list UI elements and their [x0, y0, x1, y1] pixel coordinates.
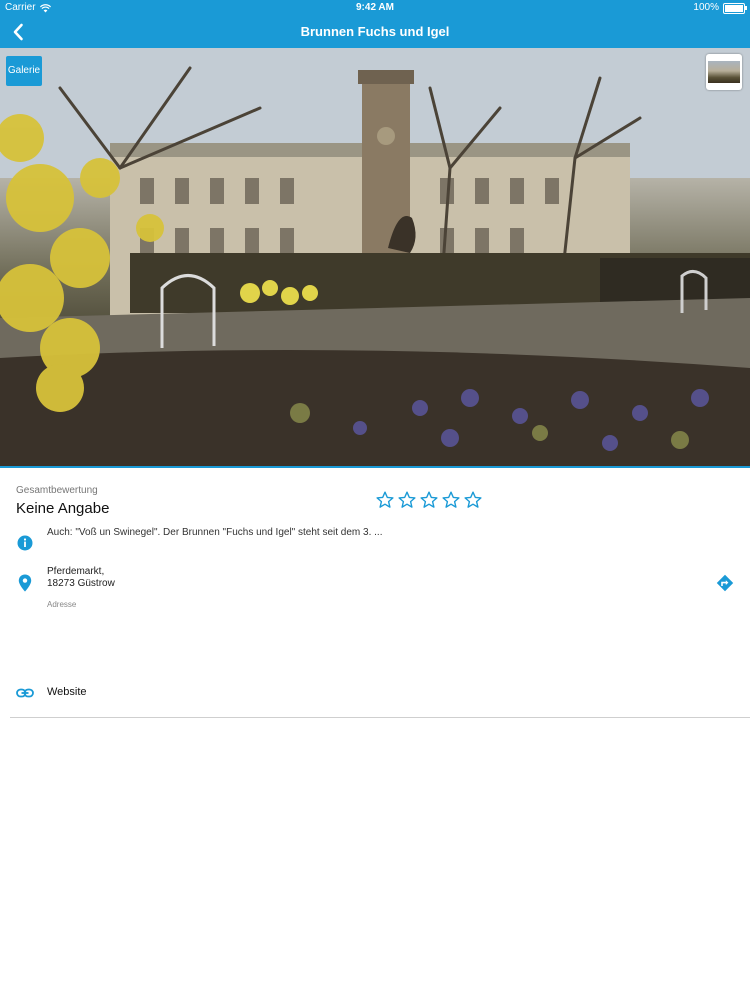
photo-illustration — [0, 48, 750, 466]
battery-percent: 100% — [693, 2, 719, 13]
status-right: 100% — [693, 0, 747, 16]
star-rating[interactable] — [376, 491, 482, 509]
battery-icon — [723, 2, 747, 14]
address-street: Pferdemarkt, — [47, 566, 105, 577]
directions-icon[interactable] — [716, 574, 734, 592]
address-caption: Adresse — [47, 600, 77, 609]
website-link[interactable]: Website — [47, 686, 87, 698]
star-icon[interactable] — [376, 491, 394, 509]
link-icon — [16, 688, 34, 698]
top-bar: Carrier 9:42 AM 100% Brunnen Fuchs und I… — [0, 0, 750, 48]
rating-caption: Gesamtbewertung — [16, 485, 98, 496]
star-icon[interactable] — [398, 491, 416, 509]
location-pin-icon — [18, 574, 32, 592]
hero-photo[interactable] — [0, 48, 750, 466]
hero-divider — [0, 466, 750, 468]
battery-fill — [725, 4, 743, 12]
status-time: 9:42 AM — [356, 2, 394, 13]
star-icon[interactable] — [420, 491, 438, 509]
rating-value: Keine Angabe — [16, 500, 110, 517]
thumbnail-image — [708, 61, 740, 83]
nav-bar: Brunnen Fuchs und Igel — [0, 16, 750, 48]
page-title: Brunnen Fuchs und Igel — [300, 24, 450, 39]
description-text: Auch: "Voß un Swinegel". Der Brunnen "Fu… — [47, 527, 383, 538]
address-city: 18273 Güstrow — [47, 578, 115, 589]
divider — [10, 717, 750, 718]
gallery-button[interactable]: Galerie — [6, 56, 42, 86]
star-icon[interactable] — [442, 491, 460, 509]
status-bar: Carrier 9:42 AM 100% — [0, 0, 750, 16]
star-icon[interactable] — [464, 491, 482, 509]
info-icon — [17, 535, 33, 551]
photo-thumbnail[interactable] — [706, 54, 742, 90]
